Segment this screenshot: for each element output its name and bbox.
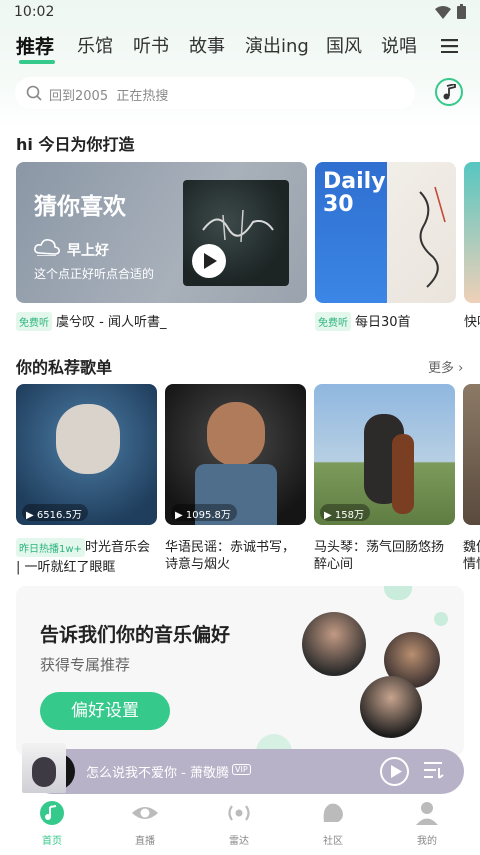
play-count-badge: ▶ 6516.5万 — [22, 504, 88, 521]
play-icon — [391, 765, 402, 778]
preference-settings-button[interactable]: 偏好设置 — [40, 692, 170, 730]
music-note-icon — [443, 84, 456, 100]
tab-guofeng[interactable]: 国风 — [326, 32, 362, 58]
nav-home[interactable]: 首页 — [22, 800, 82, 847]
preference-card: 告诉我们你的音乐偏好 获得专属推荐 偏好设置 — [16, 586, 464, 756]
playlist-cover-1[interactable]: ▶ 6516.5万 — [16, 384, 157, 525]
playlist-title-4-line2: 情怀 — [463, 557, 480, 572]
preference-subtitle: 获得专属推荐 — [40, 656, 131, 674]
user-icon — [416, 802, 438, 825]
nav-live-label: 直播 — [135, 836, 155, 847]
playlist-cover-3[interactable]: ▶ 158万 — [314, 384, 455, 525]
singer-photo — [207, 402, 265, 466]
guess-title: 猜你喜欢 — [34, 194, 126, 220]
playlist-cover-4[interactable] — [463, 384, 480, 525]
daily30-card[interactable]: Daily 30 — [315, 162, 456, 303]
tab-audiobook[interactable]: 听书 — [133, 32, 169, 58]
nav-community[interactable]: 社区 — [303, 800, 363, 847]
nav-community-label: 社区 — [323, 836, 343, 847]
playlist-title-1-line1: 时光音乐会 — [85, 540, 151, 555]
greeting-text: 早上好 — [67, 243, 109, 259]
play-count-badge: ▶ 1095.8万 — [171, 504, 237, 521]
search-placeholder: 回到2005 正在热搜 — [49, 89, 169, 104]
music-recognition-button[interactable] — [435, 78, 463, 106]
menu-icon[interactable] — [441, 39, 458, 53]
tab-story[interactable]: 故事 — [189, 32, 225, 58]
calligraphy-art — [202, 209, 274, 243]
guess-play-button[interactable] — [192, 244, 226, 278]
playlist-section-title: 你的私荐歌单 — [16, 358, 113, 377]
search-icon — [26, 85, 42, 101]
play-count-badge: ▶ 158万 — [320, 504, 370, 521]
now-playing-title: 怎么说我不爱你 - 萧敬腾 — [86, 766, 229, 781]
community-icon — [323, 803, 343, 822]
guess-desc: 这个点正好听点合适的 — [34, 267, 155, 281]
guess-you-like-card[interactable]: 猜你喜欢 早上好 这个点正好听点合适的 — [16, 162, 307, 303]
tab-rap[interactable]: 说唱 — [381, 32, 417, 58]
mini-play-button[interactable] — [380, 757, 409, 786]
nav-me[interactable]: 我的 — [397, 800, 457, 847]
battery-icon — [457, 4, 466, 19]
third-card[interactable] — [464, 162, 480, 303]
hot-tag: 昨日热播1w+ — [16, 538, 85, 557]
daily-section-title: hi 今日为你打造 — [16, 135, 135, 154]
guess-caption: 虞兮叹 - 闻人听書_ — [56, 315, 167, 330]
vip-badge: VIP — [232, 764, 251, 775]
free-tag: 免费听 — [16, 312, 52, 331]
morin-khuur-instrument — [392, 434, 414, 514]
daily30-caption: 每日30首 — [355, 315, 411, 330]
nav-home-label: 首页 — [42, 836, 62, 847]
playlist-title-2-line2: 诗意与烟火 — [165, 557, 231, 572]
more-link[interactable]: 更多 › — [428, 357, 463, 376]
playlist-title-1-line2: | 一听就红了眼眶 — [16, 560, 116, 575]
daily30-calligraphy — [419, 186, 446, 288]
cloud-icon — [34, 239, 60, 256]
decor-dot — [434, 612, 448, 626]
nav-radar[interactable]: 雷达 — [209, 800, 269, 847]
artist-avatar — [360, 676, 422, 738]
third-caption: 快吧 — [464, 315, 480, 330]
home-icon — [40, 801, 64, 825]
tab-music-hall[interactable]: 乐馆 — [77, 32, 113, 58]
nav-live[interactable]: 直播 — [115, 800, 175, 847]
singer-photo — [56, 404, 120, 474]
preference-title: 告诉我们你的音乐偏好 — [40, 624, 231, 646]
mini-player[interactable]: 怎么说我不爱你 - 萧敬腾 VIP — [30, 749, 464, 794]
playlist-queue-icon[interactable] — [424, 762, 446, 781]
radar-icon — [228, 805, 250, 821]
playlist-title-3-line2: 醉心间 — [314, 557, 354, 572]
eye-icon — [132, 807, 158, 819]
playlist-cover-2[interactable]: ▶ 1095.8万 — [165, 384, 306, 525]
search-bar[interactable]: 回到2005 正在热搜 — [15, 77, 415, 109]
play-icon — [204, 253, 217, 269]
tab-shows[interactable]: 演出ing — [245, 32, 309, 58]
free-tag: 免费听 — [315, 312, 351, 331]
active-tab-indicator — [19, 60, 55, 64]
album-cover[interactable] — [22, 743, 66, 793]
decor-dot — [384, 586, 412, 600]
status-time: 10:02 — [14, 4, 55, 20]
artist-avatar — [302, 612, 366, 676]
top-tabs: 推荐 乐馆 听书 故事 演出ing 国风 说唱 — [0, 30, 480, 70]
tab-recommend[interactable]: 推荐 — [16, 32, 54, 59]
nav-me-label: 我的 — [417, 836, 437, 847]
status-bar: 10:02 — [0, 0, 480, 26]
wifi-icon — [435, 6, 451, 19]
nav-radar-label: 雷达 — [229, 836, 249, 847]
daily30-cover-title: Daily 30 — [323, 169, 386, 217]
album-cover-figure — [32, 757, 56, 787]
